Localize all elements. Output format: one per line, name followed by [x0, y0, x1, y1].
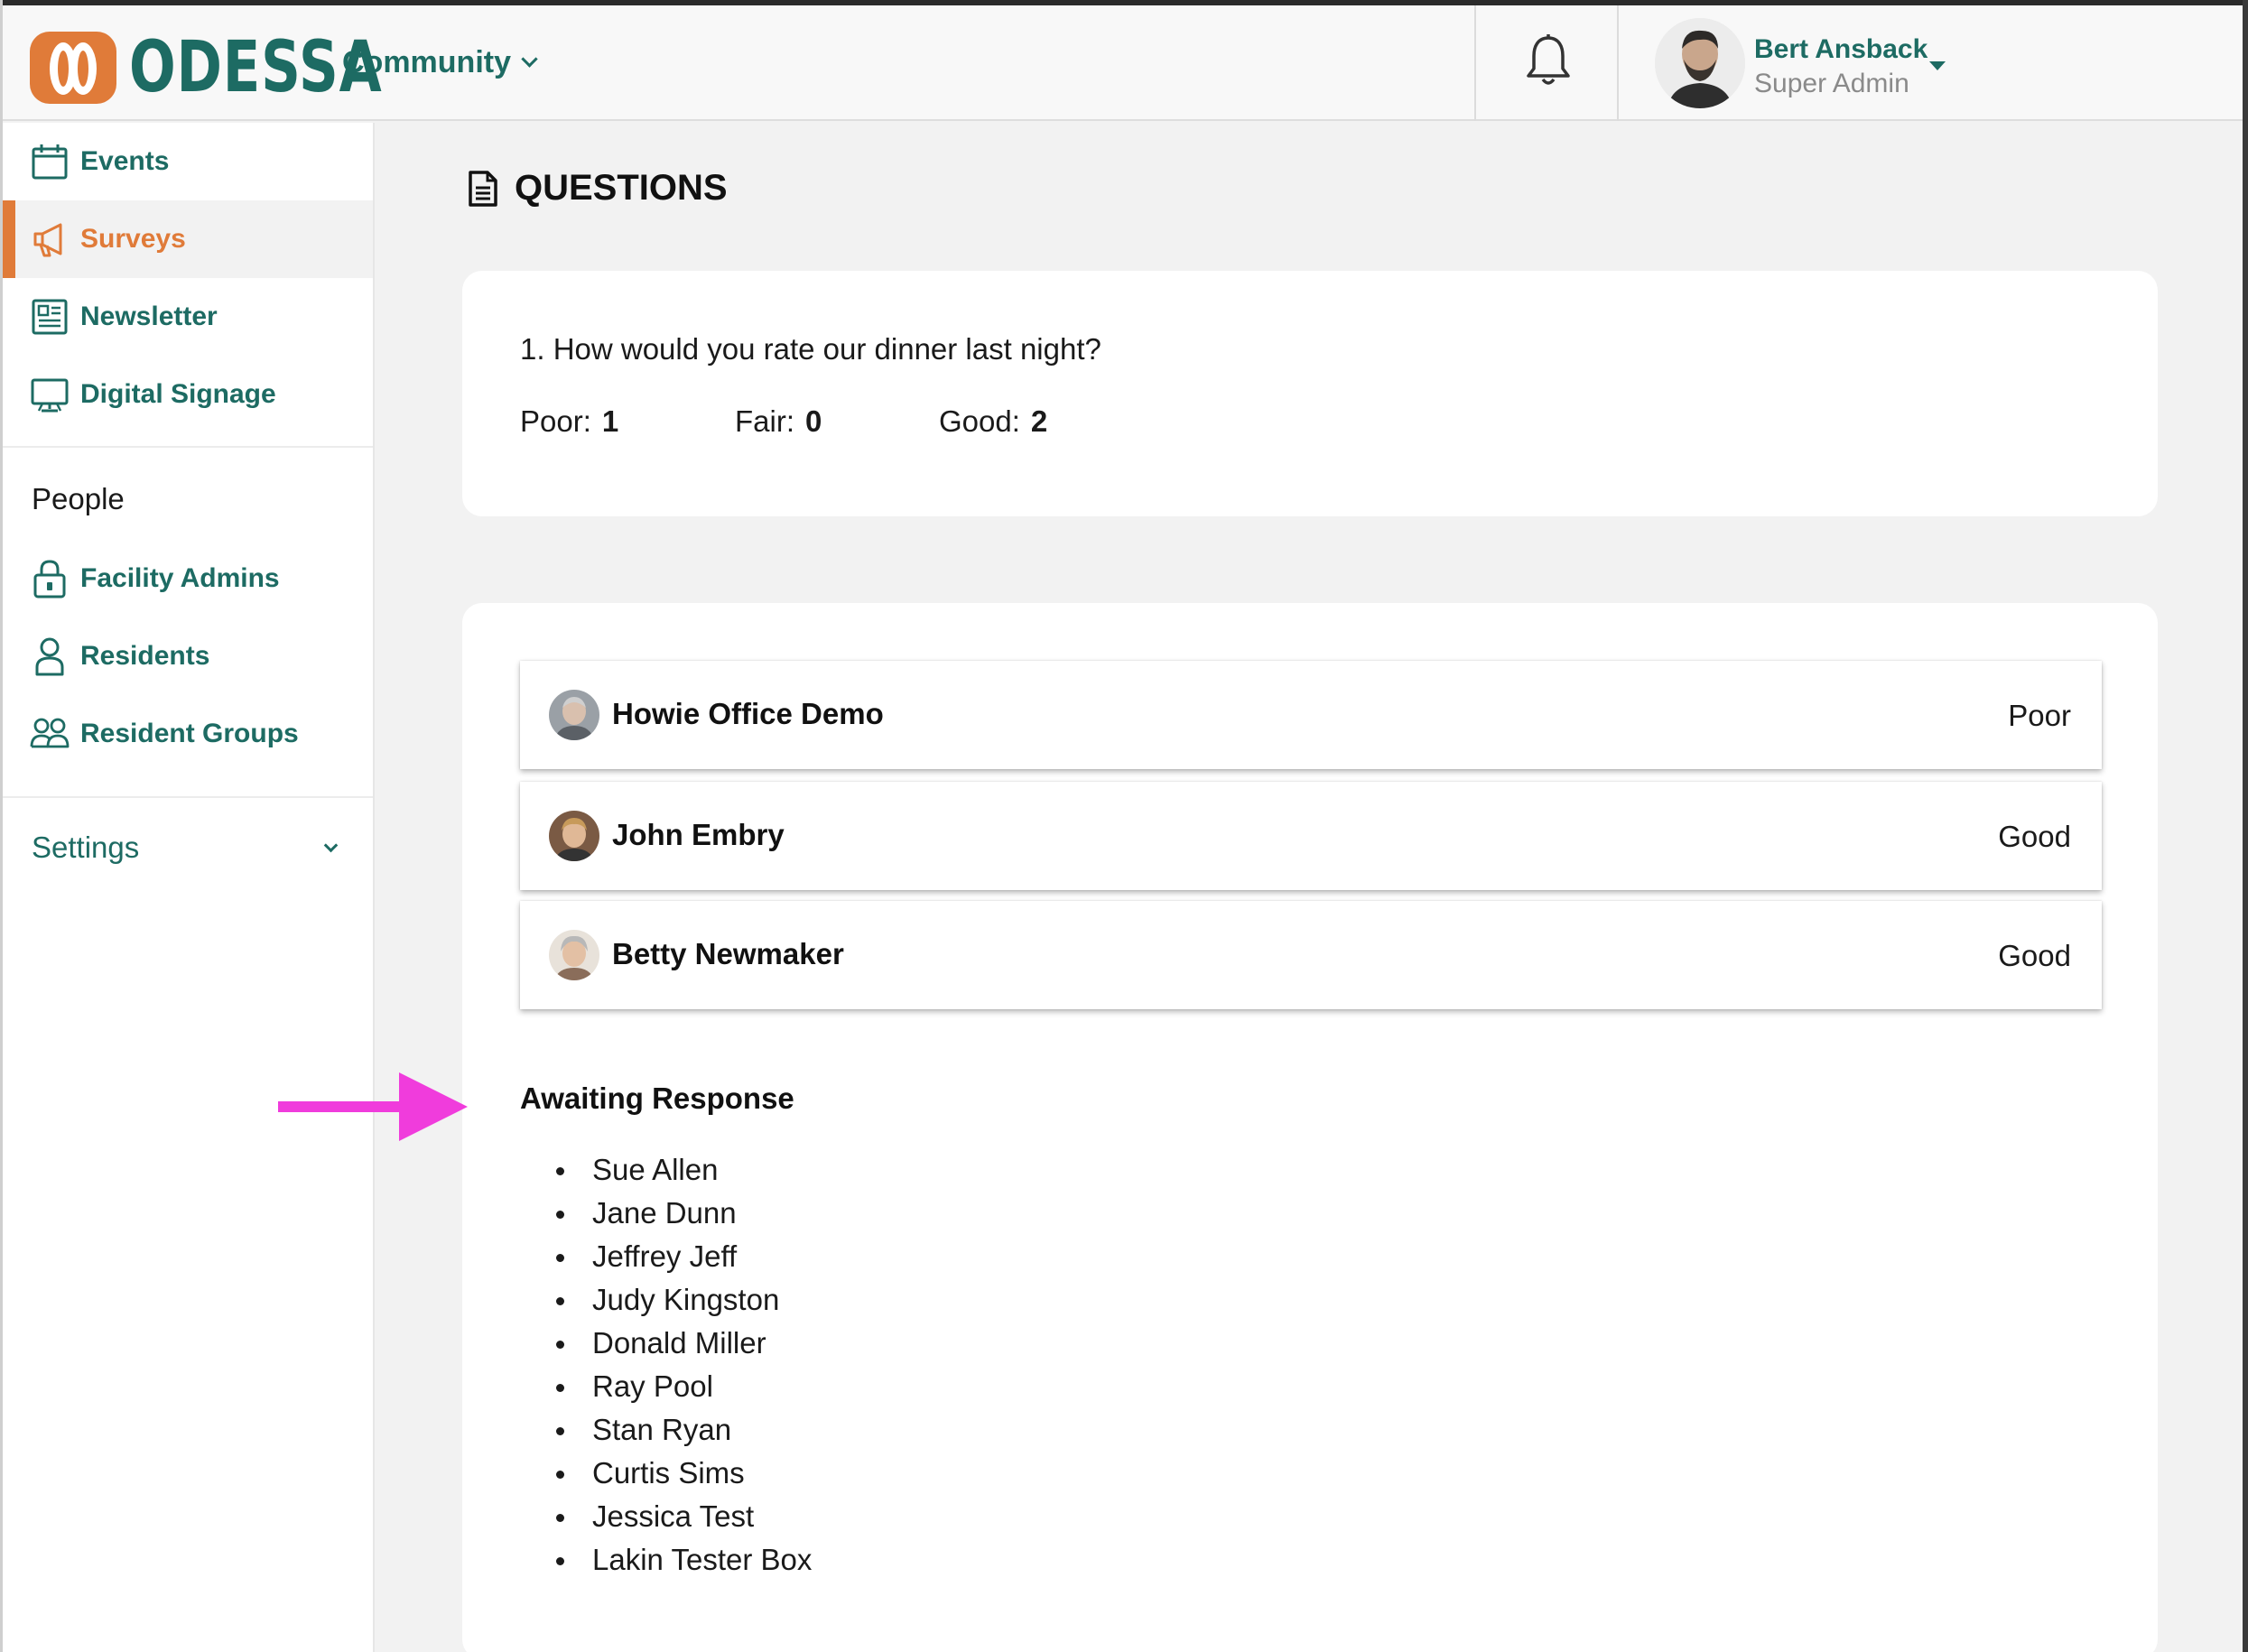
list-item: Curtis Sims [556, 1452, 812, 1495]
monitor-icon [31, 378, 69, 413]
settings-menu[interactable]: Settings [32, 831, 139, 865]
stat-poor: Poor: 1 [520, 404, 618, 439]
sidebar-item-label: Surveys [80, 224, 186, 254]
respondent-name: Howie Office Demo [612, 697, 884, 730]
stat-fair: Fair: 0 [735, 404, 822, 439]
header-divider [1474, 5, 1476, 121]
header-divider [1617, 5, 1619, 121]
list-item: Lakin Tester Box [556, 1538, 812, 1582]
community-dropdown[interactable]: Community [342, 45, 538, 80]
caret-down-icon[interactable] [1929, 61, 1946, 70]
sidebar-item-label: Resident Groups [80, 719, 299, 748]
list-item: Ray Pool [556, 1365, 812, 1408]
sidebar-item-label: Newsletter [80, 302, 218, 331]
list-item: Judy Kingston [556, 1278, 812, 1322]
stat-label: Fair: [735, 404, 794, 438]
sidebar-divider [3, 796, 373, 798]
avatar [549, 690, 599, 740]
chevron-down-icon[interactable] [323, 838, 339, 853]
calendar-icon [32, 144, 68, 180]
response-answer: Poor [2008, 699, 2071, 732]
sidebar-item-label: Digital Signage [80, 379, 276, 409]
person-icon [35, 637, 64, 676]
sidebar-item-facility-admins[interactable]: Facility Admins [3, 540, 373, 617]
response-answer: Good [1998, 820, 2071, 853]
response-answer: Good [1998, 939, 2071, 972]
respondent-name: John Embry [612, 818, 785, 851]
stat-count: 0 [805, 404, 822, 438]
response-row[interactable]: Howie Office Demo Poor [520, 661, 2102, 769]
app-header: ODESSA Community Bert Ansback Super Admi… [3, 5, 2243, 121]
list-item: Jessica Test [556, 1495, 812, 1538]
arrow-annotation-icon [278, 1072, 468, 1141]
list-item: Sue Allen [556, 1148, 812, 1192]
sidebar-item-residents[interactable]: Residents [3, 617, 373, 695]
megaphone-icon [33, 223, 62, 257]
sidebar-item-events[interactable]: Events [3, 123, 373, 200]
awaiting-list: Sue Allen Jane Dunn Jeffrey Jeff Judy Ki… [556, 1148, 812, 1582]
respondent-name: Betty Newmaker [612, 937, 844, 970]
sidebar-divider [3, 446, 373, 448]
lock-icon [33, 560, 66, 599]
user-name[interactable]: Bert Ansback [1754, 34, 1928, 65]
avatar [549, 930, 599, 980]
people-heading: People [32, 482, 125, 515]
response-row[interactable]: John Embry Good [520, 782, 2102, 890]
page-title-text: QUESTIONS [515, 168, 728, 208]
sidebar: Events Surveys Newsletter Digital Signag… [3, 123, 375, 1652]
sidebar-item-label: Facility Admins [80, 563, 280, 593]
active-indicator [3, 200, 15, 278]
sidebar-item-digital-signage[interactable]: Digital Signage [3, 356, 373, 433]
bell-icon[interactable] [1523, 32, 1574, 90]
chevron-down-icon [521, 51, 538, 68]
question-text: 1. How would you rate our dinner last ni… [520, 332, 1101, 366]
group-icon [30, 718, 70, 748]
stat-count: 1 [601, 404, 619, 438]
responses-card: Howie Office Demo Poor John Embry Good B… [462, 603, 2158, 1652]
stat-label: Poor: [520, 404, 591, 438]
question-card: 1. How would you rate our dinner last ni… [462, 271, 2158, 516]
avatar [549, 811, 599, 861]
list-item: Jane Dunn [556, 1192, 812, 1235]
response-row[interactable]: Betty Newmaker Good [520, 901, 2102, 1009]
sidebar-item-label: Residents [80, 641, 210, 671]
sidebar-item-label: Events [80, 146, 170, 176]
sidebar-item-resident-groups[interactable]: Resident Groups [3, 695, 373, 773]
sidebar-item-surveys[interactable]: Surveys [3, 200, 373, 278]
user-avatar[interactable] [1655, 18, 1745, 108]
community-label: Community [342, 45, 511, 79]
window-right-edge [2243, 0, 2248, 1652]
list-item: Donald Miller [556, 1322, 812, 1365]
stat-good: Good: 2 [939, 404, 1047, 439]
document-icon [469, 170, 497, 207]
logo-mark-icon [30, 32, 116, 104]
list-item: Stan Ryan [556, 1408, 812, 1452]
stat-count: 2 [1030, 404, 1048, 438]
awaiting-response-heading: Awaiting Response [520, 1081, 794, 1115]
newsletter-icon [32, 299, 68, 335]
sidebar-item-newsletter[interactable]: Newsletter [3, 278, 373, 356]
user-role: Super Admin [1754, 69, 1909, 98]
page-title: QUESTIONS [468, 168, 728, 209]
stat-label: Good: [939, 404, 1020, 438]
list-item: Jeffrey Jeff [556, 1235, 812, 1278]
